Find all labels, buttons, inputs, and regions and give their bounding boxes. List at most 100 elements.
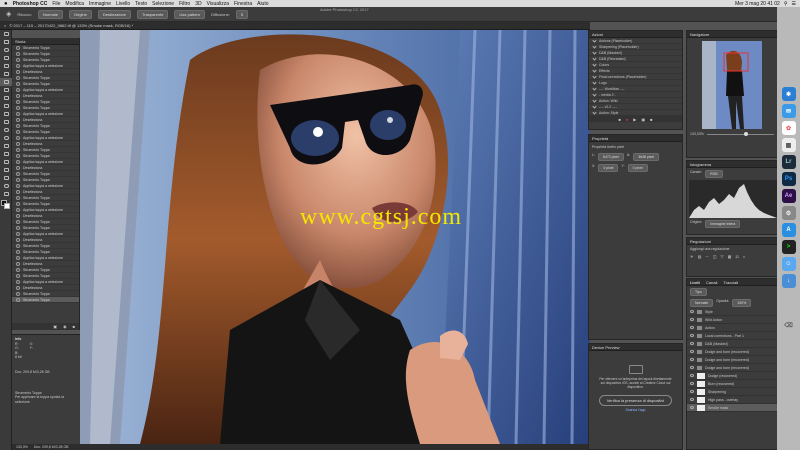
transparent-button[interactable]: Trasparente (137, 9, 169, 19)
history-brush-tool-icon[interactable] (0, 102, 12, 110)
actions-panel-title[interactable]: Azioni (589, 31, 682, 38)
lasso-tool-icon[interactable] (0, 46, 12, 54)
quick-select-tool-icon[interactable] (0, 54, 12, 62)
hand-tool-icon[interactable] (0, 174, 12, 182)
path-select-tool-icon[interactable] (0, 158, 12, 166)
menu-list-icon[interactable]: ☰ (792, 1, 796, 7)
check-icon[interactable] (592, 92, 597, 97)
color-swatches-icon[interactable] (0, 198, 12, 212)
channel-select[interactable]: RGB (705, 170, 723, 178)
app-menu[interactable]: Photoshop CC (13, 1, 48, 7)
layer-row[interactable]: Local corrections - Part 1 (687, 332, 777, 340)
history-item[interactable]: Strumento Toppa (12, 297, 79, 303)
eye-icon[interactable] (690, 406, 694, 409)
zoom-level[interactable]: 133,3% (16, 445, 28, 449)
tab-paths[interactable]: Tracciati (723, 280, 738, 285)
more-tools-icon[interactable] (0, 190, 12, 198)
document-canvas[interactable] (80, 30, 590, 444)
exposure-icon[interactable]: ◫ (713, 254, 717, 259)
blend-mode-select[interactable]: Normale (690, 299, 714, 307)
apple-menu-icon[interactable]: ● (4, 1, 8, 7)
vibrance-icon[interactable]: ▽ (721, 254, 724, 259)
height-field[interactable]: 3648 pixel (633, 153, 660, 161)
terminal-icon[interactable]: > (781, 240, 796, 254)
type-tool-icon[interactable] (0, 150, 12, 158)
doc-size[interactable]: Doc: 209,8 M/3,28 GB (34, 445, 69, 449)
eye-icon[interactable] (690, 318, 694, 321)
check-icon[interactable] (592, 86, 597, 91)
black-white-icon[interactable]: ◐ (743, 254, 745, 259)
device-preview-title[interactable]: Device Preview (589, 344, 682, 351)
layer-row[interactable]: Dodge (recovered) (687, 372, 777, 380)
downloads-icon[interactable]: ↓ (781, 274, 796, 288)
check-icon[interactable] (592, 80, 597, 85)
tab-channels[interactable]: Canali (706, 280, 717, 285)
eraser-tool-icon[interactable] (0, 110, 12, 118)
check-icon[interactable] (592, 104, 597, 109)
eye-icon[interactable] (690, 342, 694, 345)
mode-select[interactable]: Normale (37, 9, 63, 19)
layer-row[interactable]: Style (687, 308, 777, 316)
menu-item[interactable]: Finestra (234, 1, 252, 7)
histogram-panel-title[interactable]: Istogramma (687, 161, 777, 168)
spotlight-icon[interactable]: ⚲ (784, 1, 788, 7)
photos-app-icon[interactable]: ▦ (781, 138, 796, 152)
after-effects-icon[interactable]: Ae (781, 189, 796, 203)
use-pattern-button[interactable]: Usa pattern (174, 9, 206, 19)
check-devices-button[interactable]: Verifica la presenza di dispositivi (599, 394, 672, 406)
layer-row[interactable]: Dodge and burn (recovered) (687, 356, 777, 364)
zoom-slider[interactable] (706, 131, 774, 136)
check-icon[interactable] (592, 74, 597, 79)
eye-icon[interactable] (690, 350, 694, 353)
menu-item[interactable]: Visualizza (207, 1, 229, 7)
close-icon[interactable]: × (4, 23, 6, 28)
layer-row[interactable]: High pass - overlay (687, 396, 777, 404)
navigator-thumbnail[interactable] (702, 41, 762, 129)
download-app-link[interactable]: Scarica l'app (589, 408, 682, 412)
mail-icon[interactable]: ✉ (781, 104, 796, 118)
app-store-icon[interactable]: A (781, 223, 796, 237)
hue-saturation-icon[interactable]: ▦ (728, 254, 732, 259)
layer-row[interactable]: Dodge and burn (recovered) (687, 348, 777, 356)
eye-icon[interactable] (690, 374, 694, 377)
destination-button[interactable]: Destinazione (97, 9, 131, 19)
zoom-slider-handle[interactable] (743, 131, 748, 136)
new-set-icon[interactable]: ▣ (641, 117, 645, 122)
marquee-tool-icon[interactable] (0, 38, 12, 46)
pen-tool-icon[interactable] (0, 142, 12, 150)
dodge-tool-icon[interactable] (0, 134, 12, 142)
eye-icon[interactable] (690, 310, 694, 313)
menu-item[interactable]: 3D (195, 1, 201, 7)
move-tool-icon[interactable] (0, 30, 12, 38)
x-field[interactable]: 0 pixel (598, 164, 619, 172)
history-panel-title[interactable]: Storia (12, 38, 79, 45)
menu-item[interactable]: Modifica (65, 1, 84, 7)
tab-layers[interactable]: Livelli (690, 280, 700, 285)
clone-stamp-tool-icon[interactable] (0, 94, 12, 102)
check-icon[interactable] (592, 56, 597, 61)
trash-icon[interactable]: ■ (650, 117, 652, 122)
menu-item[interactable]: Testo (135, 1, 147, 7)
curves-icon[interactable]: ∽ (705, 254, 708, 259)
photoshop-icon[interactable]: Ps (781, 172, 796, 186)
stop-icon[interactable]: ■ (618, 117, 620, 122)
menu-item[interactable]: Filtro (179, 1, 190, 7)
record-icon[interactable]: ● (626, 117, 628, 122)
eye-icon[interactable] (690, 398, 694, 401)
width-field[interactable]: 5472 pixel (597, 153, 624, 161)
eye-icon[interactable] (690, 326, 694, 329)
gradient-tool-icon[interactable] (0, 118, 12, 126)
lightroom-icon[interactable]: Lr (781, 155, 796, 169)
menubar-clock[interactable]: Mer 3 mag 20 41 02 (735, 1, 780, 7)
check-icon[interactable] (592, 62, 597, 67)
layer-filter-select[interactable]: Tipo (690, 288, 707, 296)
layer-row[interactable]: Sharpening (687, 388, 777, 396)
eye-icon[interactable] (690, 358, 694, 361)
menu-item[interactable]: Livello (116, 1, 130, 7)
menu-item[interactable]: Aiuto (257, 1, 268, 7)
eye-icon[interactable] (690, 382, 694, 385)
properties-panel-title[interactable]: Proprietà (589, 135, 682, 142)
trash-icon[interactable]: ■ (73, 324, 75, 329)
levels-icon[interactable]: ▤ (698, 254, 702, 259)
check-icon[interactable] (592, 98, 597, 103)
